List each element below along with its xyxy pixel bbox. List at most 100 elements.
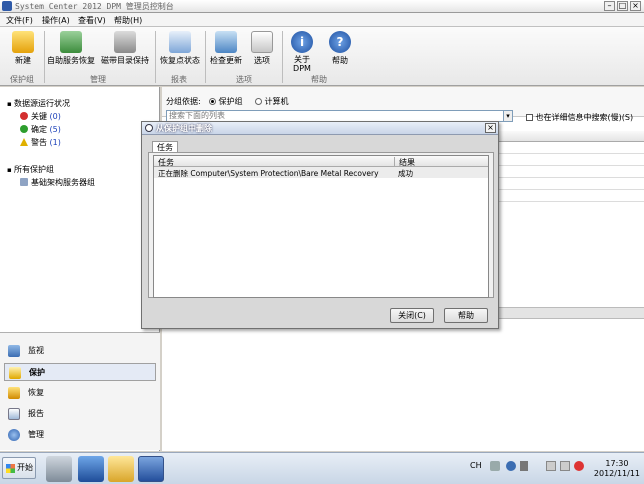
menu-help[interactable]: 帮助(H) xyxy=(114,15,142,26)
update-icon xyxy=(215,31,237,53)
critical-label: 关键 xyxy=(31,112,47,121)
nav-monitoring[interactable]: 监视 xyxy=(4,342,156,360)
clock-date: 2012/11/11 xyxy=(593,469,640,478)
warning-label: 警告 xyxy=(31,138,47,147)
group-label-help: 帮助 xyxy=(311,75,327,84)
status-header-label: 数据源运行状况 xyxy=(13,99,70,108)
detail-search-label: 也在详细信息中搜索(慢)(S) xyxy=(535,113,634,122)
close-button[interactable]: × xyxy=(630,1,641,11)
powershell-icon[interactable] xyxy=(78,456,104,482)
server-group-icon xyxy=(20,178,28,186)
self-service-button[interactable]: 自助服务恢复 xyxy=(46,31,96,66)
task-row[interactable]: 正在删除 Computer\System Protection\Bare Met… xyxy=(154,167,488,178)
options-label: 选项 xyxy=(254,56,270,65)
task-list: 任务 结果 正在删除 Computer\System Protection\Ba… xyxy=(153,155,489,298)
grid-row[interactable] xyxy=(492,191,644,202)
status-warning[interactable]: 警告 (1) xyxy=(20,137,61,148)
radio-protection-group-label: 保护组 xyxy=(218,97,243,106)
status-ok[interactable]: 确定 (5) xyxy=(20,124,61,135)
title-bar: System Center 2012 DPM 管理员控制台 – □ × xyxy=(0,0,644,13)
nav-protection[interactable]: 保护 xyxy=(4,363,156,381)
clock[interactable]: 17:30 2012/11/11 xyxy=(594,459,640,479)
server-manager-icon[interactable] xyxy=(46,456,72,482)
grid-row[interactable] xyxy=(492,179,644,190)
navigation-pane: ▪ 数据源运行状况 关键 (0) 确定 (5) 警告 (1) ▪ 所有保护组 基… xyxy=(0,87,160,451)
tree-status-header[interactable]: ▪ 数据源运行状况 xyxy=(7,98,70,109)
close-dialog-button[interactable]: 关闭(C) xyxy=(390,308,434,323)
groups-header-label: 所有保护组 xyxy=(13,165,54,174)
toolbar: 新建 自助服务恢复 磁带目录保持 恢复点状态 检查更新 选项 i 关于 DPM … xyxy=(0,27,644,86)
menu-action[interactable]: 操作(A) xyxy=(42,15,70,26)
nav-reporting[interactable]: 报告 xyxy=(4,405,156,423)
detail-search-checkbox[interactable]: 也在详细信息中搜索(慢)(S) xyxy=(526,112,633,123)
grid-row[interactable] xyxy=(492,155,644,166)
task-cell: 正在删除 Computer\System Protection\Bare Met… xyxy=(158,169,379,178)
group-label-options: 选项 xyxy=(236,75,252,84)
check-updates-label: 检查更新 xyxy=(210,56,242,65)
new-label: 新建 xyxy=(15,56,31,65)
toolbar-separator xyxy=(155,31,156,83)
menu-file[interactable]: 文件(F) xyxy=(6,15,33,26)
dialog-title: 从保护组中删除 xyxy=(156,124,212,133)
start-button[interactable]: 开始 xyxy=(2,457,36,479)
app-icon xyxy=(2,1,12,11)
group-label-reports: 报表 xyxy=(171,75,187,84)
keyboard-icon[interactable] xyxy=(490,461,500,471)
info-icon: i xyxy=(291,31,313,53)
help-tray-icon[interactable] xyxy=(506,461,516,471)
nav-recovery-label: 恢复 xyxy=(28,388,44,397)
radio-protection-group[interactable]: 保护组 xyxy=(209,96,243,107)
nav-management-label: 管理 xyxy=(28,430,44,439)
about-dpm-label: 关于 DPM xyxy=(293,55,311,73)
maximize-button[interactable]: □ xyxy=(617,1,628,11)
explorer-icon[interactable] xyxy=(108,456,134,482)
nav-management[interactable]: 管理 xyxy=(4,426,156,444)
grid-row[interactable] xyxy=(492,143,644,154)
recovery-point-icon xyxy=(169,31,191,53)
dialog-close-x-button[interactable]: × xyxy=(485,123,496,133)
nav-recovery[interactable]: 恢复 xyxy=(4,384,156,402)
check-updates-button[interactable]: 检查更新 xyxy=(208,31,244,66)
report-icon xyxy=(8,408,20,420)
toolbar-separator xyxy=(44,31,45,83)
options-button[interactable]: 选项 xyxy=(248,31,276,66)
windows-flag-icon xyxy=(6,464,15,473)
self-service-icon xyxy=(60,31,82,53)
help-dialog-button[interactable]: 帮助 xyxy=(444,308,488,323)
flag-tray-icon[interactable] xyxy=(546,461,556,471)
column-result[interactable]: 结果 xyxy=(394,157,415,167)
protect-icon xyxy=(9,367,21,379)
network-icon[interactable] xyxy=(560,461,570,471)
radio-computer[interactable]: 计算机 xyxy=(255,96,289,107)
workspace-switcher: 监视 保护 恢复 报告 管理 xyxy=(0,332,160,450)
ime-icon[interactable] xyxy=(520,461,528,471)
tape-catalog-button[interactable]: 磁带目录保持 xyxy=(100,31,150,66)
remove-from-group-dialog: 从保护组中删除 × 任务 任务 结果 正在删除 Computer\System … xyxy=(141,121,499,329)
menu-view[interactable]: 查看(V) xyxy=(78,15,106,26)
manage-icon xyxy=(8,429,20,441)
task-list-header: 任务 结果 xyxy=(154,156,488,167)
recovery-point-button[interactable]: 恢复点状态 xyxy=(158,31,202,66)
search-dropdown-button[interactable]: ▾ xyxy=(503,110,513,122)
minimize-button[interactable]: – xyxy=(604,1,615,11)
toolbar-separator xyxy=(205,31,206,83)
tray-language[interactable]: CH xyxy=(470,461,482,470)
tree-groups-header[interactable]: ▪ 所有保护组 xyxy=(7,164,54,175)
start-label: 开始 xyxy=(17,463,33,472)
radio-off-icon xyxy=(255,98,262,105)
ok-label: 确定 xyxy=(31,125,47,134)
status-critical[interactable]: 关键 (0) xyxy=(20,111,61,122)
about-dpm-button[interactable]: i 关于 DPM xyxy=(288,31,316,73)
help-button[interactable]: ? 帮助 xyxy=(326,31,354,66)
volume-error-icon[interactable] xyxy=(574,461,584,471)
tree-group-item[interactable]: 基础架构服务器组 xyxy=(20,177,95,188)
dpm-console-icon[interactable] xyxy=(138,456,164,482)
options-icon xyxy=(251,31,273,53)
warning-count: (1) xyxy=(49,138,61,147)
nav-monitoring-label: 监视 xyxy=(28,346,44,355)
new-button[interactable]: 新建 xyxy=(6,31,40,66)
group-by-label: 分组依据: xyxy=(166,97,201,106)
grid-row[interactable] xyxy=(492,167,644,178)
recovery-point-label: 恢复点状态 xyxy=(160,56,200,65)
critical-count: (0) xyxy=(49,112,61,121)
